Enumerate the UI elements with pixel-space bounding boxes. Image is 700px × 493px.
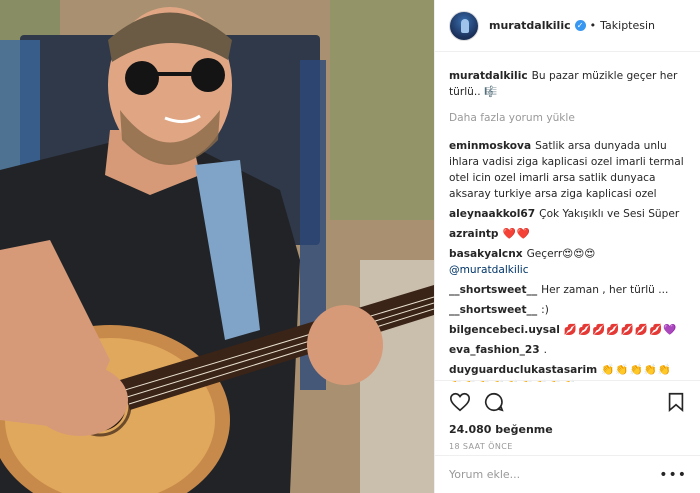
- separator-dot: •: [589, 19, 597, 32]
- post-photo-illustration: [0, 0, 434, 493]
- comment: __shortsweet__:): [449, 302, 686, 318]
- caption: muratdalkilic Bu pazar müzikle geçer her …: [449, 68, 686, 100]
- comment-username[interactable]: __shortsweet__: [449, 304, 537, 316]
- comment-username[interactable]: eminmoskova: [449, 140, 531, 152]
- comment-username[interactable]: basakyalcnx: [449, 248, 523, 260]
- comment: bilgencebeci.uysal 💋💋💋💋💋💋💋💜: [449, 322, 686, 338]
- comment-text: :): [541, 304, 549, 316]
- comment: basakyalcnx Geçerr😍😍😍 @muratdalkilic: [449, 246, 686, 278]
- comment-input[interactable]: Yorum ekle...: [449, 468, 659, 481]
- more-options-icon[interactable]: •••: [659, 467, 687, 483]
- comment-text: .: [543, 344, 548, 356]
- comment: azraintp ❤️❤️: [449, 226, 686, 242]
- caption-username[interactable]: muratdalkilic: [449, 70, 528, 82]
- comment: eminmoskova Satlik arsa dunyada unlu ihla…: [449, 138, 686, 202]
- post-photo[interactable]: [0, 0, 434, 493]
- comment-text: Çok Yakışıklı ve Sesi Süper: [539, 208, 680, 220]
- comment: eva_fashion_23.: [449, 342, 686, 358]
- comment-username[interactable]: aleynaakkol67: [449, 208, 535, 220]
- load-more-comments-button[interactable]: Daha fazla yorum yükle: [449, 110, 686, 126]
- follow-button[interactable]: Takiptesin: [600, 19, 655, 32]
- comment-username[interactable]: bilgencebeci.uysal: [449, 324, 560, 336]
- verified-badge-icon: ✓: [574, 20, 586, 31]
- comment-icon[interactable]: [483, 391, 505, 413]
- avatar[interactable]: [449, 10, 479, 41]
- comment-text: 💋💋💋💋💋💋💋💜: [563, 324, 678, 336]
- comment: __shortsweet__ Her zaman , her türlü ...: [449, 282, 686, 298]
- add-comment-bar: Yorum ekle... •••: [435, 455, 700, 493]
- comment-text: Geçerr😍😍😍: [526, 248, 596, 260]
- comment-username[interactable]: azraintp: [449, 228, 499, 240]
- comment-mention-link[interactable]: @muratdalkilic: [449, 264, 529, 276]
- comment-text: Her zaman , her türlü ...: [541, 284, 669, 296]
- comment-text: ❤️❤️: [502, 228, 531, 240]
- comment-username[interactable]: eva_fashion_23: [449, 344, 540, 356]
- comment: duyguarduclukastasarim👏👏👏👏👏👏👏👏👏👏👏👏👏👏: [449, 362, 686, 382]
- post-header: muratdalkilic ✓ • Takiptesin: [435, 0, 700, 52]
- action-icons: [449, 389, 687, 415]
- post-timestamp: 18 SAAT ÖNCE: [449, 442, 513, 451]
- comment-username[interactable]: __shortsweet__: [449, 284, 537, 296]
- bookmark-icon[interactable]: [665, 391, 687, 413]
- comments-list: muratdalkilic Bu pazar müzikle geçer her …: [435, 52, 700, 382]
- like-count[interactable]: 24.080 beğenme: [449, 423, 687, 436]
- post-panel: muratdalkilic ✓ • Takiptesin muratdalkil…: [434, 0, 700, 493]
- comment: aleynaakkol67 Çok Yakışıklı ve Sesi Süper: [449, 206, 686, 222]
- comment-username[interactable]: duyguarduclukastasarim: [449, 364, 597, 376]
- post-actions: 24.080 beğenme 18 SAAT ÖNCE: [435, 380, 700, 451]
- header-username[interactable]: muratdalkilic: [489, 19, 571, 32]
- heart-icon[interactable]: [449, 391, 471, 413]
